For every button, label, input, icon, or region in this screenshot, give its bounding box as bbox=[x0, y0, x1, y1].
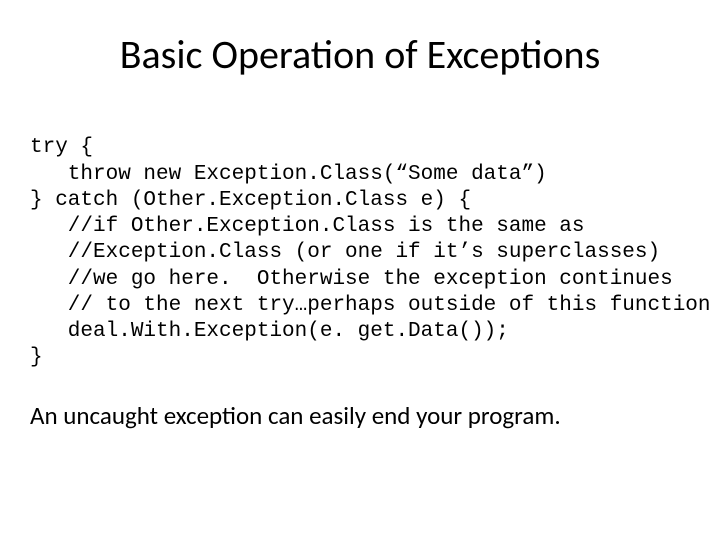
code-line: //we go here. Otherwise the exception co… bbox=[30, 268, 673, 291]
slide: Basic Operation of Exceptions try { thro… bbox=[0, 0, 720, 540]
code-line: //if Other.Exception.Class is the same a… bbox=[30, 215, 585, 238]
slide-footnote: An uncaught exception can easily end you… bbox=[30, 400, 680, 431]
slide-title: Basic Operation of Exceptions bbox=[40, 30, 680, 79]
code-line: // to the next try…perhaps outside of th… bbox=[30, 294, 711, 317]
code-line: } bbox=[30, 346, 43, 369]
code-line: deal.With.Exception(e. get.Data()); bbox=[30, 320, 509, 343]
code-line: try { bbox=[30, 136, 93, 159]
code-line: //Exception.Class (or one if it’s superc… bbox=[30, 241, 660, 264]
code-line: } catch (Other.Exception.Class e) { bbox=[30, 189, 471, 212]
code-block: try { throw new Exception.Class(“Some da… bbox=[30, 109, 680, 372]
code-line: throw new Exception.Class(“Some data”) bbox=[30, 163, 547, 186]
